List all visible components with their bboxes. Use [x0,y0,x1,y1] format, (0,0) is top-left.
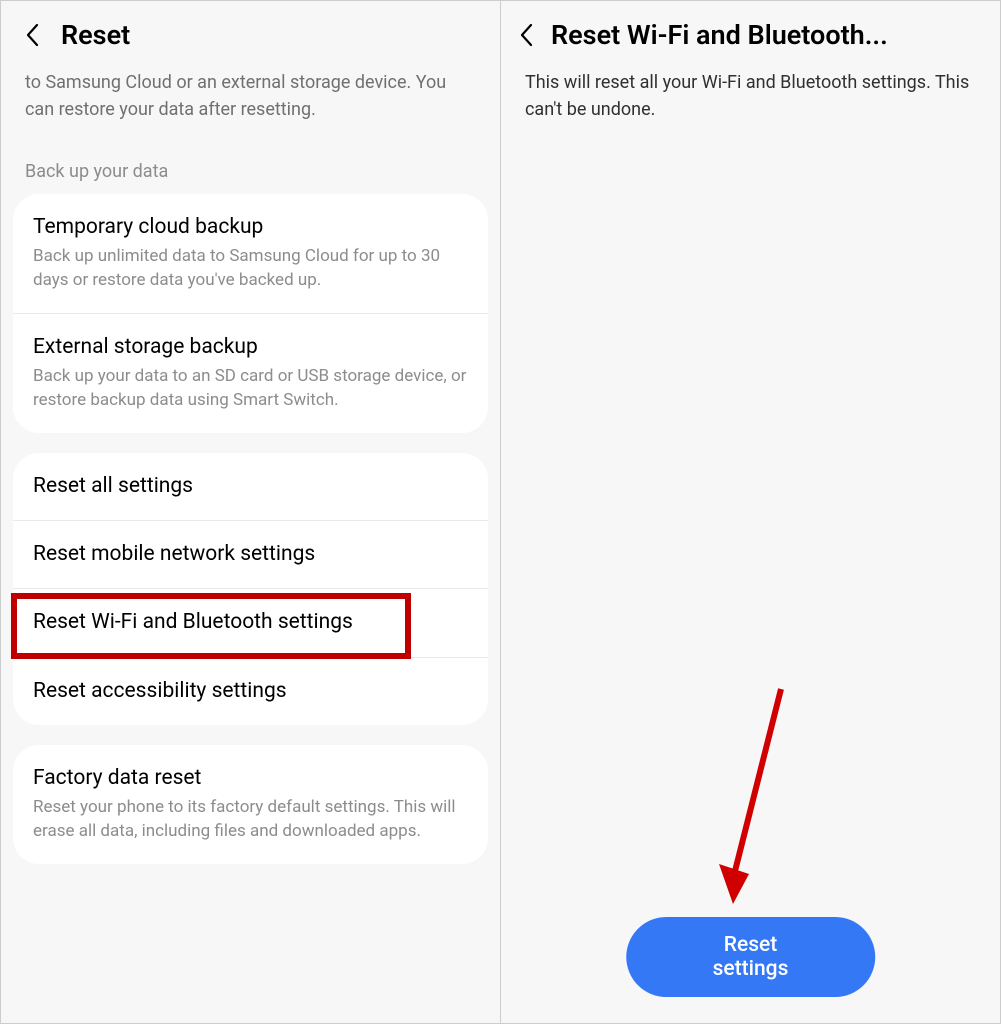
intro-text: to Samsung Cloud or an external storage … [1,69,500,131]
reset-card: Reset all settings Reset mobile network … [13,453,488,725]
factory-data-reset-item[interactable]: Factory data reset Reset your phone to i… [13,745,488,864]
chevron-left-icon [519,23,533,47]
item-title: Reset accessibility settings [33,678,468,705]
item-title: Reset all settings [33,473,468,500]
temporary-cloud-backup-item[interactable]: Temporary cloud backup Back up unlimited… [13,194,488,313]
item-title: Factory data reset [33,765,468,792]
item-title: External storage backup [33,334,468,361]
reset-settings-button[interactable]: Reset settings [626,917,876,997]
item-title: Temporary cloud backup [33,214,468,241]
item-desc: Back up your data to an SD card or USB s… [33,365,468,413]
factory-card: Factory data reset Reset your phone to i… [13,745,488,864]
external-storage-backup-item[interactable]: External storage backup Back up your dat… [13,313,488,433]
reset-all-settings-item[interactable]: Reset all settings [13,453,488,520]
page-title: Reset [61,19,130,51]
item-title: Reset mobile network settings [33,541,468,568]
arrow-annotation [701,679,801,923]
chevron-left-icon [25,23,39,47]
item-desc: Reset your phone to its factory default … [33,796,468,844]
reset-wifi-bluetooth-item[interactable]: Reset Wi-Fi and Bluetooth settings [13,588,488,656]
item-desc: Back up unlimited data to Samsung Cloud … [33,245,468,293]
back-button[interactable] [515,24,537,46]
item-title: Reset Wi-Fi and Bluetooth settings [33,609,468,636]
reset-mobile-network-item[interactable]: Reset mobile network settings [13,520,488,588]
reset-accessibility-item[interactable]: Reset accessibility settings [13,657,488,725]
description-text: This will reset all your Wi-Fi and Bluet… [501,69,1000,131]
section-label: Back up your data [1,131,500,194]
page-title: Reset Wi-Fi and Bluetooth... [551,19,888,51]
backup-card: Temporary cloud backup Back up unlimited… [13,194,488,433]
back-button[interactable] [21,24,43,46]
